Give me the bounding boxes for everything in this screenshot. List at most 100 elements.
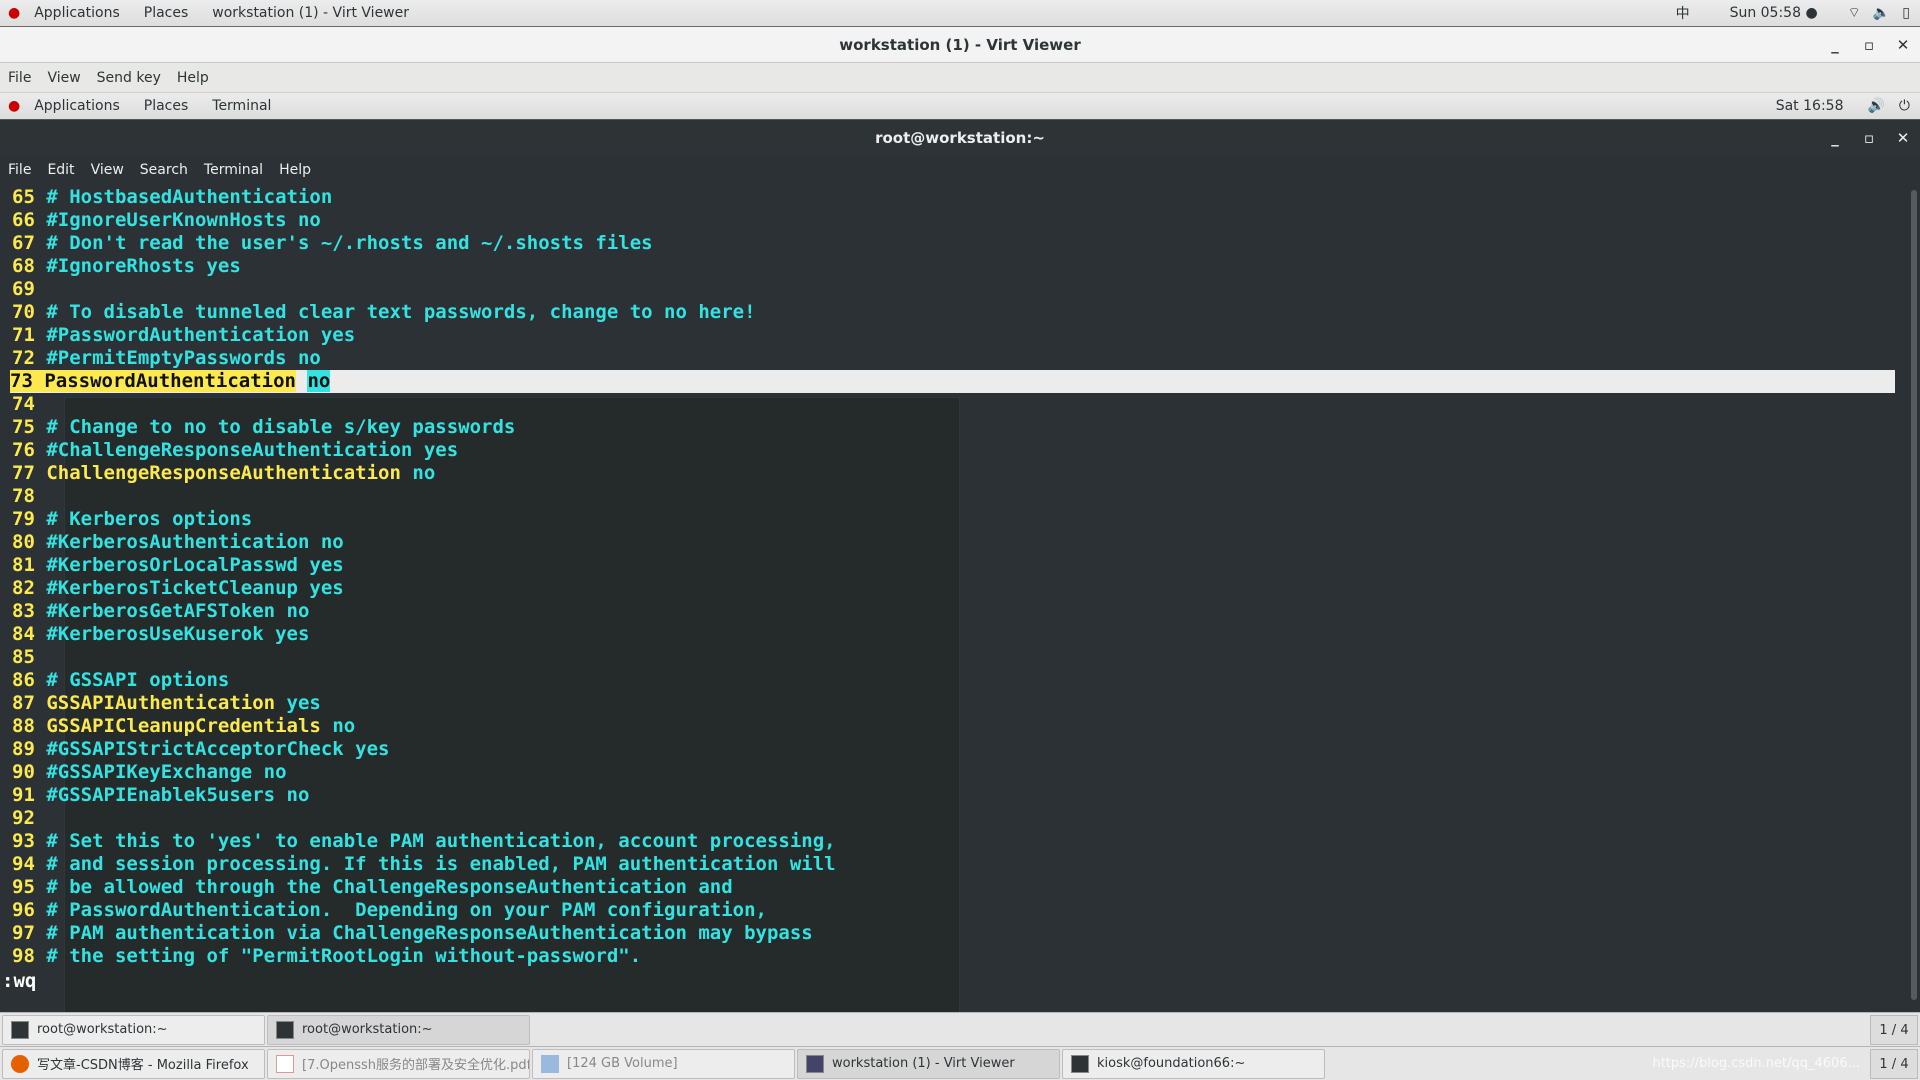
vim-line: 93 # Set this to 'yes' to enable PAM aut… xyxy=(12,830,836,853)
vim-line: 81 #KerberosOrLocalPasswd yes xyxy=(12,554,344,577)
terminal-menu-help[interactable]: Help xyxy=(271,162,319,178)
terminal-menubar: File Edit View Search Terminal Help xyxy=(0,155,1920,185)
close-button[interactable]: ✕ xyxy=(1886,36,1920,54)
vim-line: 71 #PasswordAuthentication yes xyxy=(12,324,355,347)
guest-task-terminal-1[interactable]: root@workstation:~ xyxy=(2,1014,265,1045)
guest-places-menu[interactable]: Places xyxy=(136,98,197,114)
menu-file[interactable]: File xyxy=(0,70,39,86)
line-number: 80 xyxy=(12,531,47,553)
line-number: 73 xyxy=(10,370,45,392)
vim-line: 69 xyxy=(12,278,46,301)
vim-line: 96 # PasswordAuthentication. Depending o… xyxy=(12,899,767,922)
terminal-menu-edit[interactable]: Edit xyxy=(39,162,82,178)
line-text: #PermitEmptyPasswords no xyxy=(46,347,321,369)
vim-line: 84 #KerberosUseKuserok yes xyxy=(12,623,309,646)
terminal-maximize-button[interactable]: ▫ xyxy=(1852,129,1886,147)
line-number: 89 xyxy=(12,738,47,760)
volume-icon[interactable]: 🔊 xyxy=(1867,98,1884,114)
line-number: 78 xyxy=(12,485,47,507)
terminal-menu-terminal[interactable]: Terminal xyxy=(196,162,271,178)
battery-icon[interactable]: ▯ xyxy=(1902,5,1910,21)
line-text: no xyxy=(307,370,331,392)
line-text: yes xyxy=(286,692,321,714)
line-number: 91 xyxy=(12,784,47,806)
terminal-menu-view[interactable]: View xyxy=(83,162,132,178)
host-clock[interactable]: Sun 05:58 ● xyxy=(1730,5,1818,21)
vim-line: 72 #PermitEmptyPasswords no xyxy=(12,347,321,370)
line-text: #ChallengeResponseAuthentication yes xyxy=(46,439,459,461)
input-method-indicator[interactable]: 中 xyxy=(1676,3,1690,23)
volume-muted-icon[interactable]: 🔈 xyxy=(1873,5,1890,21)
guest-clock[interactable]: Sat 16:58 xyxy=(1776,98,1844,114)
vim-line: 74 xyxy=(12,393,46,416)
pdf-icon xyxy=(276,1054,294,1073)
line-text: # HostbasedAuthentication xyxy=(46,186,333,208)
terminal-minimize-button[interactable]: _ xyxy=(1818,129,1852,147)
vim-line: 79 # Kerberos options xyxy=(12,508,252,531)
line-number: 90 xyxy=(12,761,47,783)
redhat-icon: ● xyxy=(8,5,21,21)
wifi-icon[interactable]: ⌔ xyxy=(1848,4,1861,22)
terminal-scrollbar[interactable] xyxy=(1911,190,1917,1000)
power-icon[interactable]: ⏻ xyxy=(1899,98,1910,114)
line-number: 71 xyxy=(12,324,47,346)
terminal-titlebar: root@workstation:~ _ ▫ ✕ xyxy=(0,120,1920,155)
window-title: workstation (1) - Virt Viewer xyxy=(839,35,1081,54)
guest-workspace-pager[interactable]: 1 / 4 xyxy=(1870,1015,1918,1045)
maximize-button[interactable]: ▫ xyxy=(1852,36,1886,54)
vim-line: 94 # and session processing. If this is … xyxy=(12,853,836,876)
terminal-menu-file[interactable]: File xyxy=(0,162,39,178)
vim-line: 98 # the setting of "PermitRootLogin wit… xyxy=(12,945,641,968)
guest-applications-menu[interactable]: Applications xyxy=(26,98,128,114)
host-top-bar: ● Applications Places workstation (1) - … xyxy=(0,0,1920,27)
line-text: #GSSAPIEnablek5users no xyxy=(46,784,310,806)
vim-line: 89 #GSSAPIStrictAcceptorCheck yes xyxy=(12,738,390,761)
vim-line: 67 # Don't read the user's ~/.rhosts and… xyxy=(12,232,653,255)
line-number: 85 xyxy=(12,646,47,668)
menu-view[interactable]: View xyxy=(39,70,88,86)
guest-task-terminal-2[interactable]: root@workstation:~ xyxy=(267,1014,530,1045)
line-text: # PasswordAuthentication. Depending on y… xyxy=(46,899,767,921)
vim-line: 75 # Change to no to disable s/key passw… xyxy=(12,416,515,439)
line-text: #KerberosTicketCleanup yes xyxy=(46,577,344,599)
line-number: 81 xyxy=(12,554,47,576)
host-applications-menu[interactable]: Applications xyxy=(26,5,128,21)
host-workspace-pager[interactable]: 1 / 4 xyxy=(1870,1049,1918,1079)
line-number: 82 xyxy=(12,577,47,599)
line-text: # and session processing. If this is ena… xyxy=(46,853,836,875)
line-number: 79 xyxy=(12,508,47,530)
host-task-kiosk-terminal[interactable]: kiosk@foundation66:~ xyxy=(1062,1048,1325,1079)
vim-line: 95 # be allowed through the ChallengeRes… xyxy=(12,876,733,899)
host-task-volume[interactable]: [124 GB Volume] xyxy=(532,1048,795,1079)
line-text: #GSSAPIStrictAcceptorCheck yes xyxy=(46,738,390,760)
virt-viewer-titlebar: workstation (1) - Virt Viewer _ ▫ ✕ xyxy=(0,27,1920,63)
line-number: 65 xyxy=(12,186,47,208)
host-active-window[interactable]: workstation (1) - Virt Viewer xyxy=(204,5,417,21)
menu-send-key[interactable]: Send key xyxy=(89,70,169,86)
line-text: # To disable tunneled clear text passwor… xyxy=(46,301,756,323)
vim-line: 70 # To disable tunneled clear text pass… xyxy=(12,301,756,324)
terminal-content[interactable]: 65 # HostbasedAuthentication 66 #IgnoreUs… xyxy=(0,186,1905,1017)
host-taskbar: 写文章-CSDN博客 - Mozilla Firefox [7.Openssh服… xyxy=(0,1046,1920,1080)
guest-terminal-menu[interactable]: Terminal xyxy=(204,98,279,114)
vim-line: 80 #KerberosAuthentication no xyxy=(12,531,344,554)
vim-line: 76 #ChallengeResponseAuthentication yes xyxy=(12,439,458,462)
host-task-virt-viewer[interactable]: workstation (1) - Virt Viewer xyxy=(797,1048,1060,1079)
menu-help[interactable]: Help xyxy=(169,70,217,86)
vim-line: 86 # GSSAPI options xyxy=(12,669,229,692)
line-number: 72 xyxy=(12,347,47,369)
vim-command-line: :wq xyxy=(2,970,37,992)
host-task-firefox[interactable]: 写文章-CSDN博客 - Mozilla Firefox xyxy=(2,1048,265,1079)
vim-line-highlighted: 73 PasswordAuthentication no xyxy=(10,370,1895,393)
terminal-close-button[interactable]: ✕ xyxy=(1886,129,1920,147)
line-text: # the setting of "PermitRootLogin withou… xyxy=(46,945,642,967)
host-places-menu[interactable]: Places xyxy=(136,5,197,21)
vim-line: 78 xyxy=(12,485,46,508)
minimize-button[interactable]: _ xyxy=(1818,36,1852,54)
line-number: 98 xyxy=(12,945,47,967)
host-task-pdf[interactable]: [7.Openssh服务的部署及安全优化.pdf] xyxy=(267,1048,530,1079)
terminal-menu-search[interactable]: Search xyxy=(132,162,196,178)
vim-line: 97 # PAM authentication via ChallengeRes… xyxy=(12,922,813,945)
line-text: #IgnoreUserKnownHosts no xyxy=(46,209,321,231)
line-number: 66 xyxy=(12,209,47,231)
